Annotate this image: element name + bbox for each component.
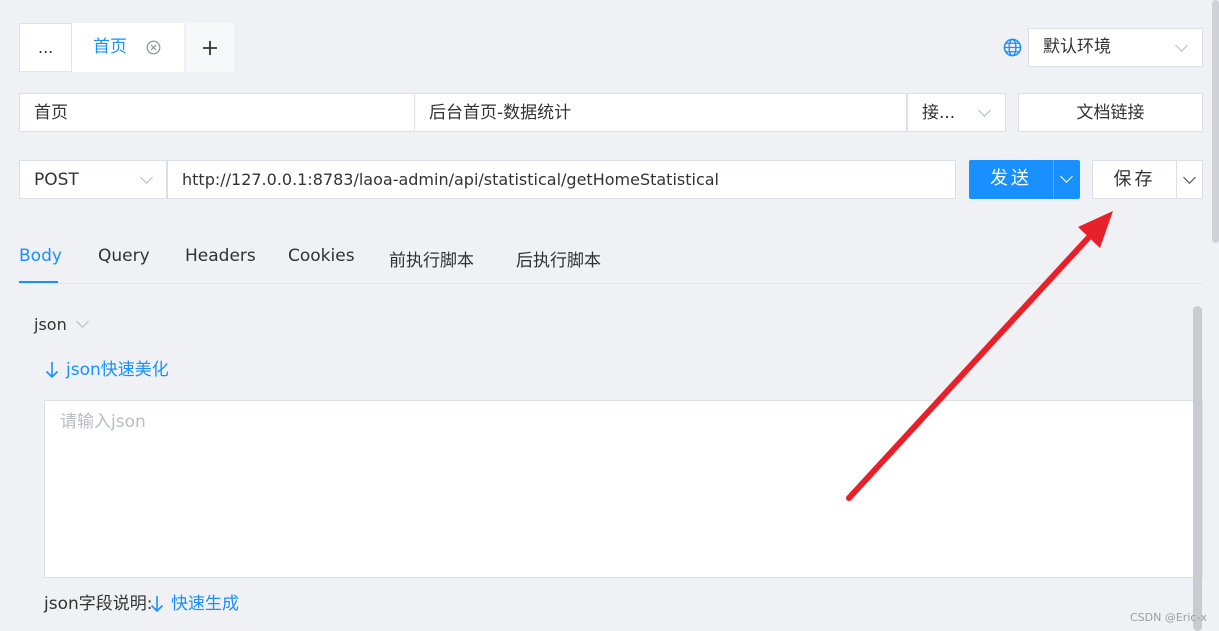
annotation-arrow <box>846 211 1113 501</box>
watermark: CSDN @Eric-x <box>1130 611 1207 624</box>
